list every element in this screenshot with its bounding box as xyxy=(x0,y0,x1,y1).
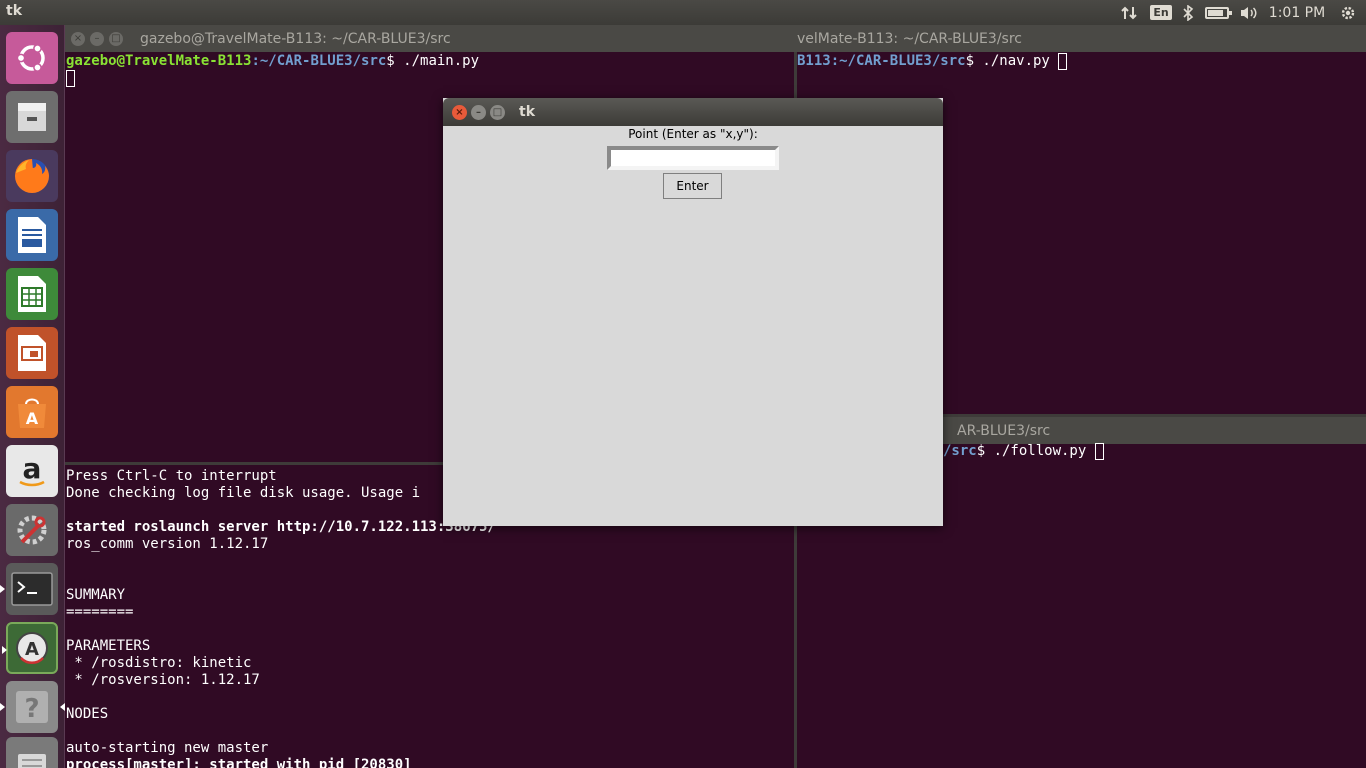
terminal-line: process[master]: started with pid [20830… xyxy=(66,757,412,768)
keyboard-layout-indicator[interactable]: En xyxy=(1150,0,1172,25)
gear-icon[interactable] xyxy=(1330,0,1366,25)
terminal-line: ======== xyxy=(66,604,134,620)
terminal-main-content[interactable]: gazebo@TravelMate-B113:~/CAR-BLUE3/src$ … xyxy=(66,53,479,87)
enter-button[interactable]: Enter xyxy=(663,173,722,199)
prompt-path: :~/CAR-BLUE3/src xyxy=(251,53,387,69)
battery-icon[interactable] xyxy=(1200,0,1234,25)
active-app-title: tk xyxy=(6,3,23,19)
firefox-icon[interactable] xyxy=(6,150,58,202)
terminal-follow-command: $ ./follow.py xyxy=(976,443,1095,459)
indicator-area: En 1:01 PM xyxy=(1112,0,1366,25)
terminal-nav-content[interactable]: B113:~/CAR-BLUE3/src$ ./nav.py xyxy=(797,53,1068,70)
terminal-main-close-icon[interactable]: × xyxy=(71,31,85,46)
settings-wrench-icon[interactable] xyxy=(6,504,58,556)
terminal-icon[interactable] xyxy=(0,563,58,615)
maximize-icon[interactable]: □ xyxy=(490,104,505,120)
network-arrows-icon[interactable] xyxy=(1112,0,1146,25)
terminal-roscore-content[interactable]: Press Ctrl-C to interrupt Done checking l… xyxy=(66,468,496,768)
launcher: A a A ? xyxy=(0,25,65,768)
terminal-line: SUMMARY xyxy=(66,587,126,603)
svg-text:?: ? xyxy=(24,694,39,724)
terminal-line: auto-starting new master xyxy=(66,740,269,756)
terminal-main-maximize-icon[interactable]: □ xyxy=(109,31,123,46)
ubuntu-logo-icon[interactable] xyxy=(6,32,58,84)
terminal-line: * /rosversion: 1.12.17 xyxy=(66,672,260,688)
minimize-icon[interactable]: – xyxy=(471,104,486,120)
terminal-line: NODES xyxy=(66,706,109,722)
svg-text:a: a xyxy=(23,452,42,485)
terminal-line: ros_comm version 1.12.17 xyxy=(66,536,269,552)
terminal-line: Done checking log file disk usage. Usage… xyxy=(66,485,421,501)
terminal-line: PARAMETERS xyxy=(66,638,151,654)
point-label: Point (Enter as "x,y"): xyxy=(628,127,758,141)
prompt-path: B113:~/CAR-BLUE3/src xyxy=(797,53,966,69)
desktop: tk En 1:01 PM A a A ? × – □ gazebo@Trave… xyxy=(0,0,1366,768)
terminal-main-command: $ ./main.py xyxy=(386,53,480,69)
terminal-main-title: gazebo@TravelMate-B113: ~/CAR-BLUE3/src xyxy=(140,30,451,47)
terminal-line: started roslaunch server http://10.7.122… xyxy=(66,519,496,535)
volume-icon[interactable] xyxy=(1234,0,1264,25)
terminal-line: Press Ctrl-C to interrupt xyxy=(66,468,277,484)
terminal-follow-content[interactable]: /src$ ./follow.py xyxy=(943,443,1104,460)
top-panel: tk En 1:01 PM xyxy=(0,0,1366,25)
tk-dialog-titlebar[interactable]: × – □ tk xyxy=(443,98,943,126)
writer-icon[interactable] xyxy=(6,209,58,261)
terminal-follow-cursor xyxy=(1094,443,1104,460)
terminal-nav-titlebar[interactable]: velMate-B113: ~/CAR-BLUE3/src xyxy=(797,25,1366,52)
svg-text:A: A xyxy=(26,409,39,428)
calc-icon[interactable] xyxy=(6,268,58,320)
battery-level-fill xyxy=(1208,9,1224,16)
bluetooth-icon[interactable] xyxy=(1176,0,1200,25)
tk-dialog-title: tk xyxy=(519,104,536,120)
svg-text:A: A xyxy=(25,639,39,660)
amazon-icon[interactable]: a xyxy=(6,445,58,497)
terminal-main-cursor xyxy=(66,70,75,87)
terminal-main-titlebar[interactable]: × – □ gazebo@TravelMate-B113: ~/CAR-BLUE… xyxy=(65,25,797,52)
terminal-main-minimize-icon[interactable]: – xyxy=(90,31,104,46)
terminal-nav-title: velMate-B113: ~/CAR-BLUE3/src xyxy=(797,30,1022,47)
question-mark-icon[interactable]: ? xyxy=(0,681,65,733)
tk-dialog-window: × – □ tk Point (Enter as "x,y"): Enter xyxy=(443,98,943,526)
terminal-follow-title: AR-BLUE3/src xyxy=(957,422,1051,439)
terminal-line: * /rosdistro: kinetic xyxy=(66,655,252,671)
point-input[interactable] xyxy=(607,146,779,170)
prompt-user: gazebo@TravelMate-B113 xyxy=(66,53,252,69)
impress-icon[interactable] xyxy=(6,327,58,379)
terminal-nav-cursor xyxy=(1058,53,1068,70)
terminal-nav-command: $ ./nav.py xyxy=(965,53,1059,69)
close-icon[interactable]: × xyxy=(452,104,467,120)
trash-icon[interactable] xyxy=(6,737,58,768)
file-cabinet-icon[interactable] xyxy=(6,91,58,143)
software-center-icon[interactable]: A xyxy=(6,386,58,438)
prompt-path: /src xyxy=(943,443,977,459)
software-updater-icon[interactable]: A xyxy=(2,622,58,674)
keyboard-layout-label: En xyxy=(1150,5,1172,20)
clock[interactable]: 1:01 PM xyxy=(1264,0,1330,25)
